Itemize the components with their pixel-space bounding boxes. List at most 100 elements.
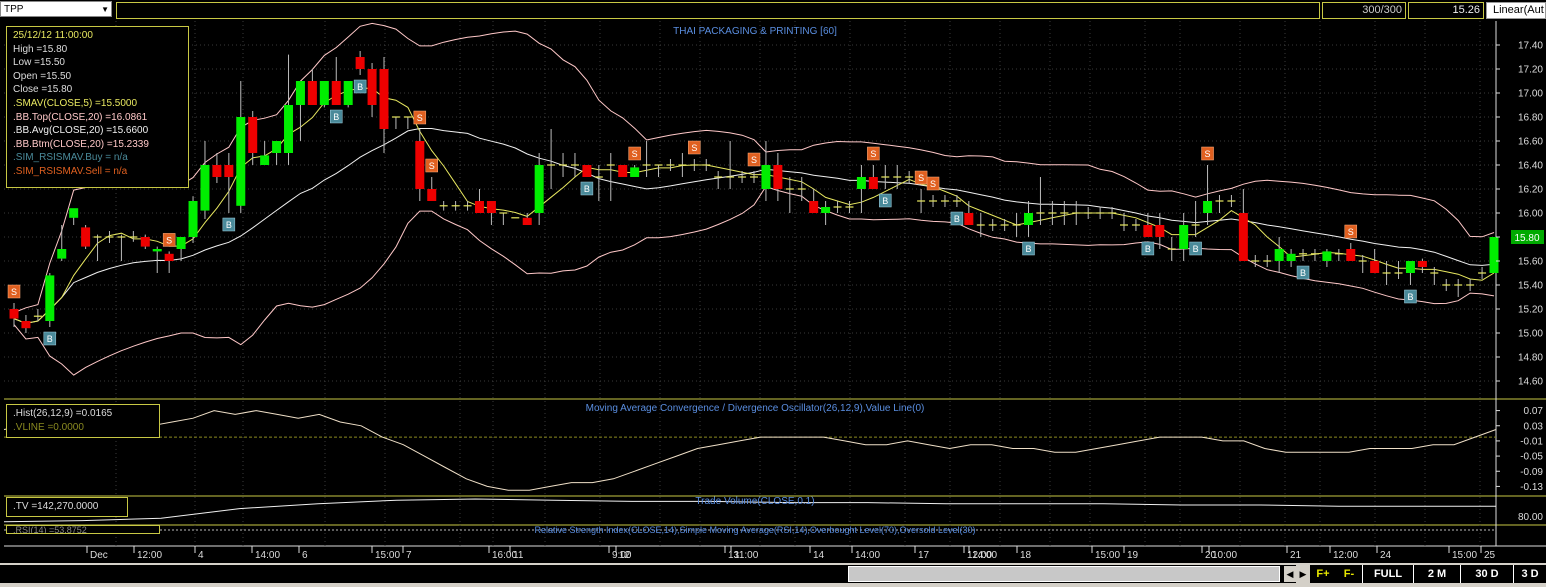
last-price: 15.26 bbox=[1408, 2, 1484, 19]
candle-body bbox=[21, 321, 31, 329]
chevron-down-icon[interactable]: ▼ bbox=[101, 2, 109, 18]
buy-signal-label: B bbox=[1193, 244, 1199, 254]
x-tick-label: 14 bbox=[813, 550, 825, 561]
candle-body bbox=[1179, 225, 1189, 249]
y-tick-label: 16.20 bbox=[1518, 185, 1543, 196]
candle-body bbox=[188, 201, 198, 237]
x-tick-label: 14:00 bbox=[255, 550, 280, 561]
candle-body bbox=[773, 165, 783, 189]
x-tick-label: 19 bbox=[1127, 550, 1139, 561]
thirty-day-button[interactable]: 30 D bbox=[1461, 565, 1513, 583]
x-tick-label: 14:00 bbox=[972, 550, 997, 561]
x-tick-label: 15:00 bbox=[375, 550, 400, 561]
sell-signal-label: S bbox=[691, 143, 697, 153]
y-tick-label: 16.60 bbox=[1518, 137, 1543, 148]
candle-body bbox=[1489, 237, 1499, 273]
x-tick-label: Dec bbox=[90, 550, 108, 561]
x-tick-label: 25 bbox=[1484, 550, 1496, 561]
info-open: Open =15.50 bbox=[13, 70, 72, 82]
sell-signal-label: S bbox=[11, 287, 17, 297]
symbol-value: TPP bbox=[4, 4, 24, 15]
full-range-button[interactable]: FULL bbox=[1363, 565, 1413, 583]
horizontal-scrollbar[interactable]: ◀ bbox=[0, 565, 1296, 583]
buy-signal-label: B bbox=[954, 214, 960, 224]
candle-body bbox=[224, 165, 234, 177]
candle-body bbox=[1405, 261, 1415, 273]
candle-body bbox=[248, 117, 258, 153]
two-month-button[interactable]: 2 M bbox=[1414, 565, 1460, 583]
candle-body bbox=[522, 217, 532, 225]
chart-title: THAI PACKAGING & PRINTING [60] bbox=[673, 26, 837, 37]
candle-body bbox=[343, 81, 353, 105]
scroll-left-icon[interactable]: ◀ bbox=[1284, 566, 1296, 582]
macd-tick-label: -0.09 bbox=[1520, 467, 1543, 478]
info-smav: .SMAV(CLOSE,5) =15.5000 bbox=[13, 97, 138, 109]
y-tick-label: 14.80 bbox=[1518, 353, 1543, 364]
y-tick-label: 16.80 bbox=[1518, 113, 1543, 124]
macd-title: Moving Average Convergence / Divergence … bbox=[586, 403, 925, 414]
sell-signal-label: S bbox=[632, 149, 638, 159]
info-sim-sell: .SIM_RSISMAV.Sell = n/a bbox=[13, 165, 128, 177]
three-day-button[interactable]: 3 D bbox=[1514, 565, 1546, 583]
ohlc-info-box: 25/12/12 11:00:00 High =15.80 Low =15.50… bbox=[6, 26, 189, 188]
y-tick-label: 16.40 bbox=[1518, 161, 1543, 172]
candle-body bbox=[1322, 251, 1332, 261]
candle-body bbox=[260, 155, 270, 165]
buy-signal-label: B bbox=[1026, 244, 1032, 254]
rsi-info-box: .RSI(14) =53.8752 bbox=[6, 525, 160, 534]
sell-signal-label: S bbox=[1348, 227, 1354, 237]
macd-tick-label: 0.07 bbox=[1524, 406, 1544, 417]
info-bb-btm: .BB.Btm(CLOSE,20) =15.2339 bbox=[13, 138, 149, 150]
symbol-select[interactable]: TPP ▼ bbox=[0, 1, 112, 17]
macd-tick-label: -0.01 bbox=[1520, 436, 1543, 447]
candle-body bbox=[200, 165, 210, 211]
buy-signal-label: B bbox=[882, 196, 888, 206]
zoom-in-button[interactable]: F+ bbox=[1310, 565, 1336, 583]
candle-body bbox=[761, 165, 771, 189]
rsi-tick-label: 80.00 bbox=[1518, 512, 1543, 523]
candle-body bbox=[618, 165, 628, 177]
macd-tick-label: 0.03 bbox=[1524, 421, 1544, 432]
buy-signal-label: B bbox=[357, 82, 363, 92]
candle-body bbox=[367, 69, 377, 105]
info-low: Low =15.50 bbox=[13, 57, 65, 69]
candle-body bbox=[1024, 213, 1034, 225]
x-tick-label: 12:00 bbox=[1333, 550, 1358, 561]
y-tick-label: 15.40 bbox=[1518, 281, 1543, 292]
candle-body bbox=[1417, 261, 1427, 267]
zoom-out-button[interactable]: F- bbox=[1336, 565, 1362, 583]
info-sim-buy: .SIM_RSISMAV.Buy = n/a bbox=[13, 152, 128, 164]
command-input[interactable] bbox=[116, 2, 1320, 19]
macd-tick-label: -0.05 bbox=[1520, 452, 1543, 463]
candle-body bbox=[81, 227, 91, 247]
candle-body bbox=[9, 309, 19, 319]
buy-signal-label: B bbox=[47, 334, 53, 344]
chart-area[interactable]: SSSSSSSSSSSSBBBBBBBB B BBB 17.4017.2017.00… bbox=[0, 21, 1546, 563]
bars-count: 300/300 bbox=[1322, 2, 1406, 19]
y-tick-label: 16.00 bbox=[1518, 209, 1543, 220]
macd-vline-value: .VLINE =0.0000 bbox=[13, 421, 84, 433]
y-tick-label: 17.40 bbox=[1518, 41, 1543, 52]
indicator-panels: 0.07 0.03 -0.01 -0.05 -0.09 -0.13 80.00 bbox=[3, 406, 1544, 531]
scroll-right-icon[interactable]: ▶ bbox=[1297, 566, 1309, 582]
bb-bottom-line bbox=[13, 186, 1495, 376]
x-tick-label: 12:00 bbox=[137, 550, 162, 561]
info-datetime: 25/12/12 11:00:00 bbox=[13, 30, 93, 41]
scale-mode-select[interactable]: Linear(Aut bbox=[1486, 2, 1546, 19]
macd-hist-line bbox=[3, 410, 1497, 491]
x-tick-label: 15:00 bbox=[1452, 550, 1477, 561]
candle-body bbox=[272, 141, 282, 153]
candle-body bbox=[415, 141, 425, 189]
volume-info-box: .TV =142,270.0000 bbox=[6, 497, 128, 517]
gridlines bbox=[4, 21, 1546, 547]
buy-signal-label: B bbox=[1145, 244, 1151, 254]
x-tick-label: 15:00 bbox=[1095, 550, 1120, 561]
info-high: High =15.80 bbox=[13, 43, 68, 55]
candle-body bbox=[809, 201, 819, 213]
info-bb-top: .BB.Top(CLOSE,20) =16.0861 bbox=[13, 111, 148, 123]
candle-body bbox=[307, 81, 317, 105]
scrollbar-thumb[interactable] bbox=[848, 566, 1280, 582]
x-tick-label: 6 bbox=[302, 550, 308, 561]
buy-signal-label: B bbox=[1300, 268, 1306, 278]
buy-signal-label: B bbox=[333, 112, 339, 122]
